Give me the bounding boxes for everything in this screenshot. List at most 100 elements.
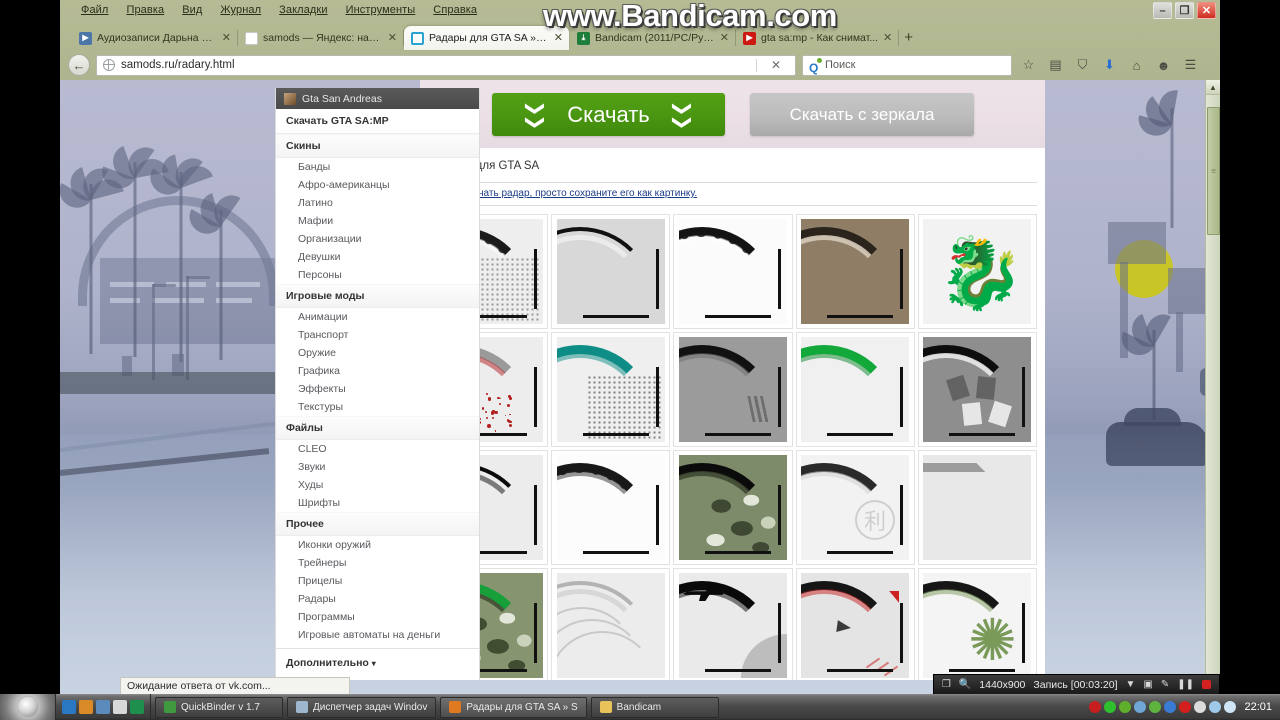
sidebar-item-2-3[interactable]: Шрифты <box>276 494 479 512</box>
radar-teal-halftone[interactable] <box>557 337 665 442</box>
network-icon[interactable] <box>1209 701 1221 713</box>
address-bar[interactable]: samods.ru/radary.html ✕ <box>96 55 796 76</box>
downloads-icon[interactable]: ⬇ <box>1099 55 1120 76</box>
radar-green-glow[interactable] <box>801 337 909 442</box>
sidebar-item-0-4[interactable]: Организации <box>276 230 479 248</box>
record-indicator-icon[interactable] <box>1089 701 1101 713</box>
start-button[interactable] <box>0 694 56 720</box>
radar-grey-octagon[interactable] <box>923 455 1031 560</box>
messenger-icon[interactable] <box>1134 701 1146 713</box>
minimize-button[interactable]: – <box>1153 2 1172 19</box>
sidebar-item-0-5[interactable]: Девушки <box>276 248 479 266</box>
tab-bandicam[interactable]: ⤓ Bandicam (2011/PC/Рус... ✕ <box>570 26 735 50</box>
mail-icon[interactable] <box>113 700 127 714</box>
radar-grunge-brush[interactable] <box>557 455 665 560</box>
radar-cell[interactable] <box>796 568 915 680</box>
taskbar-button-0[interactable]: QuickBinder v 1.7 <box>155 697 283 718</box>
sidebar-item-2-1[interactable]: Звуки <box>276 458 479 476</box>
radar-speedometer-red[interactable] <box>801 573 909 678</box>
taskbar-clock[interactable]: 22:01 <box>1244 701 1272 713</box>
nvidia-icon[interactable] <box>1119 701 1131 713</box>
radar-cell[interactable] <box>673 332 792 447</box>
firefox-icon[interactable] <box>79 700 93 714</box>
radar-cell[interactable] <box>551 214 670 329</box>
tab-close-icon[interactable]: ✕ <box>222 33 231 44</box>
sidebar-item-3-2[interactable]: Прицелы <box>276 572 479 590</box>
clear-url-icon[interactable]: ✕ <box>763 58 789 72</box>
sidebar-item-download-samp[interactable]: Скачать GTA SA:MP <box>276 109 479 134</box>
tab-vk-audio[interactable]: ▶ Аудиозаписи Дарьна М... ✕ <box>72 26 237 50</box>
sidebar-item-3-5[interactable]: Игровые автоматы на деньги <box>276 626 479 644</box>
menu-item-file[interactable]: Файл <box>72 2 117 18</box>
green-app-icon[interactable] <box>1104 701 1116 713</box>
article-note[interactable]: Чтобы скачать радар, просто сохраните ег… <box>429 182 1037 206</box>
search-input[interactable]: Поиск <box>825 59 855 71</box>
radar-cannabis-leaf[interactable]: ✺ <box>923 573 1031 678</box>
radar-dragon-tribal[interactable]: 🐉 <box>923 219 1031 324</box>
bookmark-star-icon[interactable]: ☆ <box>1018 55 1039 76</box>
menu-hamburger-icon[interactable]: ☰ <box>1180 55 1201 76</box>
window-target-icon[interactable]: ❐ <box>942 679 951 690</box>
radar-cell[interactable] <box>551 332 670 447</box>
close-button[interactable]: ✕ <box>1197 2 1216 19</box>
tab-close-icon[interactable]: ✕ <box>388 33 397 44</box>
tab-close-icon[interactable]: ✕ <box>720 33 729 44</box>
home-icon[interactable]: ⌂ <box>1126 55 1147 76</box>
pocket-icon[interactable]: ⛉ <box>1072 55 1093 76</box>
page-scrollbar[interactable]: ▲ <box>1205 80 1220 680</box>
sidebar-item-1-5[interactable]: Текстуры <box>276 398 479 416</box>
computer-icon[interactable] <box>96 700 110 714</box>
sidebar-item-3-1[interactable]: Трейнеры <box>276 554 479 572</box>
radar-adidas-grey[interactable] <box>679 337 787 442</box>
radar-thin-double-black[interactable] <box>557 219 665 324</box>
tab-yandex-samods[interactable]: Я samods — Яндекс: наш... ✕ <box>238 26 403 50</box>
radar-light-grey-lines[interactable] <box>557 573 665 678</box>
radar-cell[interactable] <box>918 450 1037 565</box>
maximize-button[interactable]: ❐ <box>1175 2 1194 19</box>
radar-cell[interactable] <box>673 214 792 329</box>
sidebar-item-0-1[interactable]: Афро-американцы <box>276 176 479 194</box>
opera-icon[interactable] <box>1179 701 1191 713</box>
sidebar-item-3-0[interactable]: Иконки оружий <box>276 536 479 554</box>
sidebar-item-1-3[interactable]: Графика <box>276 362 479 380</box>
scrollbar-thumb[interactable] <box>1207 107 1220 235</box>
sidebar-item-0-0[interactable]: Банды <box>276 158 479 176</box>
radar-chain-black[interactable] <box>679 219 787 324</box>
chevron-down-icon[interactable]: ▼ <box>1125 679 1135 690</box>
magnifier-icon[interactable]: 🔍 <box>959 679 971 690</box>
menu-item-view[interactable]: Вид <box>173 2 211 18</box>
radar-cell[interactable]: 🐉 <box>918 214 1037 329</box>
sidebar-item-0-2[interactable]: Латино <box>276 194 479 212</box>
taskbar-button-1[interactable]: Диспетчер задач Windov <box>287 697 436 718</box>
taskbar-button-3[interactable]: Bandicam <box>591 697 719 718</box>
tab-close-icon[interactable]: ✕ <box>554 33 563 44</box>
sidebar-item-2-2[interactable]: Худы <box>276 476 479 494</box>
radar-brown-scratched[interactable] <box>801 219 909 324</box>
taskbar-button-2[interactable]: Радары для GTA SA » S <box>440 697 586 718</box>
radar-grey-blocks[interactable] <box>923 337 1031 442</box>
radar-cell[interactable]: ✺ <box>918 568 1037 680</box>
sidebar-item-1-2[interactable]: Оружие <box>276 344 479 362</box>
sidebar-item-3-3[interactable]: Радары <box>276 590 479 608</box>
sync-account-icon[interactable]: ☻ <box>1153 55 1174 76</box>
tab-radary-gta-sa[interactable]: Радары для GTA SA » S... ✕ <box>404 26 569 50</box>
excel-icon[interactable] <box>130 700 144 714</box>
sidebar-item-3-4[interactable]: Программы <box>276 608 479 626</box>
volume-icon[interactable] <box>1224 701 1236 713</box>
reader-view-icon[interactable]: ▤ <box>1045 55 1066 76</box>
radar-ak47-black[interactable] <box>679 573 787 678</box>
pencil-draw-icon[interactable]: ✎ <box>1161 679 1169 690</box>
radar-cell[interactable] <box>796 332 915 447</box>
menu-item-edit[interactable]: Правка <box>117 2 173 18</box>
radar-cell[interactable] <box>796 214 915 329</box>
menu-item-help[interactable]: Справка <box>424 2 486 18</box>
utorrent-icon[interactable] <box>1149 701 1161 713</box>
radar-cell[interactable] <box>673 450 792 565</box>
stop-record-button[interactable] <box>1202 680 1211 689</box>
screenshot-camera-icon[interactable]: ▣ <box>1143 679 1152 690</box>
ie-icon[interactable] <box>62 700 76 714</box>
radar-cell[interactable]: 利 <box>796 450 915 565</box>
mirror-download-button[interactable]: Скачать с зеркала <box>750 93 974 136</box>
search-box[interactable]: Q Поиск <box>802 55 1012 76</box>
radar-camo-dark[interactable] <box>679 455 787 560</box>
